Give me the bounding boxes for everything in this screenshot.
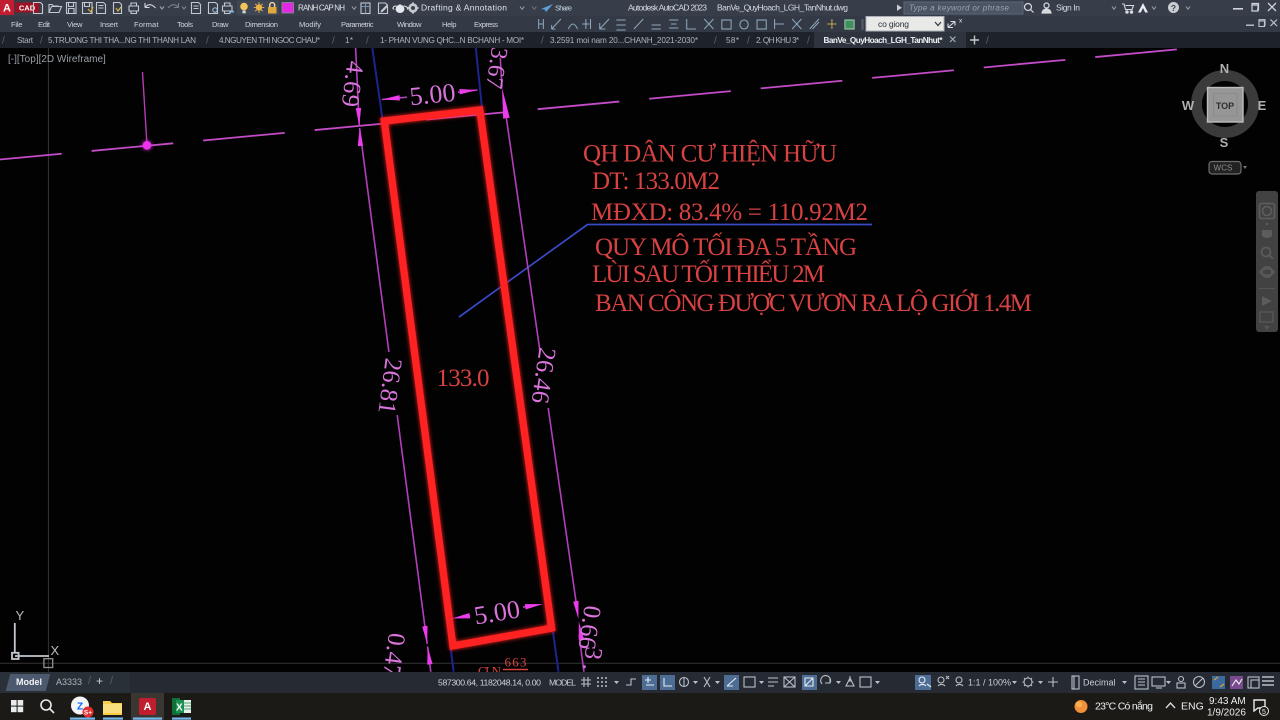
- svg-text:/: /: [40, 36, 43, 47]
- svg-text:x: x: [959, 18, 963, 25]
- svg-text:QUY MÔ TỐI ĐA 5 TẦNG: QUY MÔ TỐI ĐA 5 TẦNG: [595, 232, 857, 261]
- svg-text:1- PHAN VUNG QHC...N BCHANH -: 1- PHAN VUNG QHC...N BCHANH - MOI*: [380, 36, 525, 45]
- svg-text:23°C Có nắng: 23°C Có nắng: [1095, 700, 1153, 713]
- svg-text:Edit: Edit: [38, 20, 51, 29]
- svg-text:587300.64, 1182048.14, 0.00: 587300.64, 1182048.14, 0.00: [438, 678, 541, 688]
- svg-text:133.0: 133.0: [437, 365, 490, 392]
- svg-text:BAN CÔNG ĐƯỢC VƯƠN RA LỘ GIỚI: BAN CÔNG ĐƯỢC VƯƠN RA LỘ GIỚI 1.4M: [595, 289, 1032, 317]
- svg-text:co giong: co giong: [878, 19, 909, 29]
- svg-text:58*: 58*: [726, 36, 740, 45]
- svg-text:/: /: [332, 36, 335, 47]
- svg-text:Dimension: Dimension: [245, 20, 278, 29]
- svg-text:A: A: [3, 3, 11, 15]
- svg-text:View: View: [67, 20, 83, 29]
- svg-text:LÙI SAU TỐI THIỂU 2M: LÙI SAU TỐI THIỂU 2M: [592, 259, 825, 288]
- svg-text:/: /: [714, 36, 717, 47]
- svg-text:4.NGUYEN THI NGOC CHAU*: 4.NGUYEN THI NGOC CHAU*: [219, 36, 321, 45]
- svg-text:N: N: [1220, 61, 1229, 76]
- svg-text:5.00: 5.00: [408, 78, 457, 111]
- svg-text:/: /: [2, 36, 5, 47]
- svg-text:Window: Window: [397, 20, 422, 29]
- svg-text:Draw: Draw: [212, 20, 229, 29]
- svg-text:Type a keyword or phrase: Type a keyword or phrase: [909, 4, 1010, 13]
- svg-text:X: X: [176, 703, 183, 714]
- svg-text:BanVe_QuyHoach_LGH_TanNhut*: BanVe_QuyHoach_LGH_TanNhut*: [824, 36, 944, 45]
- svg-text:Share: Share: [555, 4, 572, 13]
- svg-text:1/9/2026: 1/9/2026: [1207, 708, 1246, 719]
- svg-text:/: /: [807, 36, 810, 47]
- svg-text:/: /: [541, 36, 544, 47]
- svg-text:Drafting & Annotation: Drafting & Annotation: [421, 3, 507, 13]
- svg-text:Autodesk AutoCAD 2023: Autodesk AutoCAD 2023: [628, 3, 707, 13]
- svg-text:Insert: Insert: [100, 20, 119, 29]
- svg-text:Modify: Modify: [299, 20, 321, 29]
- svg-text:9:43 AM: 9:43 AM: [1209, 696, 1246, 707]
- svg-text:E: E: [1258, 98, 1267, 113]
- svg-text:[-][Top][2D Wireframe]: [-][Top][2D Wireframe]: [8, 54, 106, 65]
- svg-text:W: W: [1182, 98, 1195, 113]
- svg-text:MĐXD: 83.4% = 110.92M2: MĐXD: 83.4% = 110.92M2: [591, 199, 868, 226]
- svg-text:5.TRUONG THI THA...NG THI THAN: 5.TRUONG THI THA...NG THI THANH LAN: [48, 36, 196, 45]
- svg-text:?: ?: [1171, 3, 1176, 13]
- svg-text:Start: Start: [17, 36, 34, 45]
- svg-text:Express: Express: [474, 20, 498, 29]
- svg-text:3.2591 moi nam 20...CHANH_2021: 3.2591 moi nam 20...CHANH_2021-2030*: [550, 36, 699, 45]
- svg-text:QH DÂN CƯ HIỆN HỮU: QH DÂN CƯ HIỆN HỮU: [583, 140, 837, 168]
- svg-text:S+: S+: [84, 710, 92, 717]
- svg-text:File: File: [11, 20, 23, 29]
- svg-text:Parametric: Parametric: [341, 20, 374, 29]
- svg-text:/: /: [747, 36, 750, 47]
- svg-text:MODEL: MODEL: [549, 678, 576, 688]
- svg-text:BanVe_QuyHoach_LGH_TanNhut.dwg: BanVe_QuyHoach_LGH_TanNhut.dwg: [717, 3, 848, 13]
- svg-text:ENG: ENG: [1181, 701, 1204, 713]
- svg-text:2. QH KHU 3*: 2. QH KHU 3*: [756, 36, 800, 45]
- svg-text:DT: 133.0M2: DT: 133.0M2: [592, 168, 720, 195]
- svg-text:A: A: [144, 701, 152, 713]
- svg-text:WCS: WCS: [1214, 164, 1233, 173]
- svg-text:Y: Y: [16, 608, 25, 623]
- svg-text:Help: Help: [442, 20, 457, 29]
- svg-text:5: 5: [1262, 709, 1266, 716]
- svg-text:Format: Format: [134, 20, 159, 29]
- svg-text:1:1 / 100%: 1:1 / 100%: [968, 678, 1011, 688]
- svg-text:S: S: [1220, 135, 1229, 150]
- svg-text:X: X: [51, 643, 60, 658]
- svg-text:TOP: TOP: [1216, 101, 1234, 111]
- svg-text:Decimal: Decimal: [1083, 678, 1116, 688]
- svg-text:Sign In: Sign In: [1056, 3, 1080, 13]
- svg-text:/: /: [206, 36, 209, 47]
- svg-text:663: 663: [505, 655, 527, 670]
- svg-text:1*: 1*: [345, 36, 354, 45]
- svg-text:Z: Z: [77, 702, 83, 713]
- svg-text:Tools: Tools: [177, 20, 193, 29]
- svg-text:RANH CAP NH: RANH CAP NH: [298, 4, 345, 13]
- svg-text:/: /: [986, 36, 989, 47]
- svg-text:/: /: [366, 36, 369, 47]
